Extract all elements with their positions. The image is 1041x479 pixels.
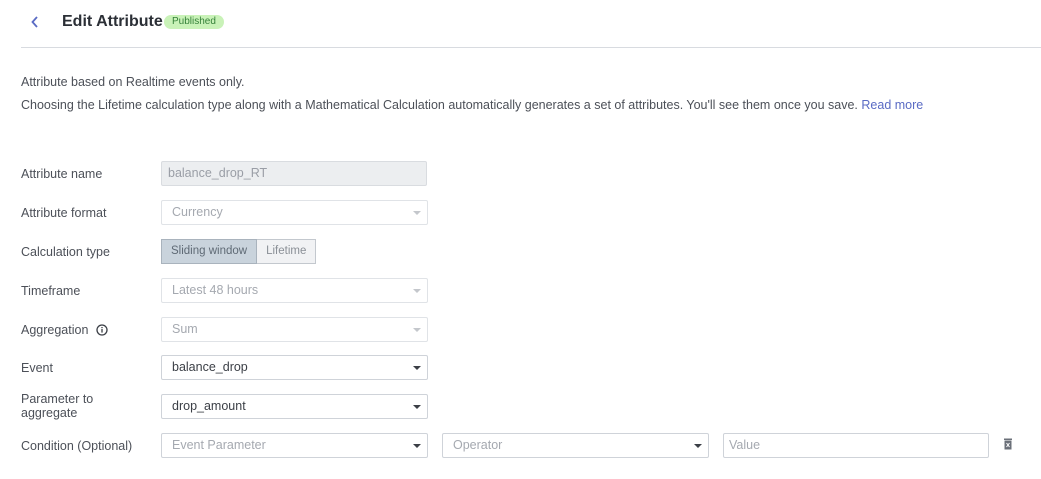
- back-button[interactable]: [26, 12, 44, 32]
- operator-placeholder: Operator: [453, 438, 503, 452]
- info-circle-icon[interactable]: [96, 324, 108, 336]
- delete-condition-button[interactable]: [1003, 437, 1013, 450]
- event-label: Event: [21, 361, 53, 375]
- info-text-realtime: Attribute based on Realtime events only.: [21, 75, 245, 89]
- chevron-left-icon: [31, 16, 38, 28]
- chevron-down-icon: [413, 366, 421, 370]
- aggregation-select[interactable]: Sum: [161, 317, 428, 342]
- timeframe-label: Timeframe: [21, 284, 81, 298]
- chevron-down-icon: [413, 289, 421, 293]
- info-text-lifetime: Choosing the Lifetime calculation type a…: [21, 97, 923, 113]
- condition-operator-select[interactable]: Operator: [442, 433, 709, 458]
- condition-event-parameter-select[interactable]: Event Parameter: [161, 433, 428, 458]
- condition-value-input[interactable]: Value: [723, 433, 989, 458]
- trash-icon: [1004, 438, 1012, 450]
- aggregation-label: Aggregation: [21, 323, 108, 337]
- condition-label: Condition (Optional): [21, 439, 133, 453]
- aggregation-value: Sum: [172, 322, 198, 336]
- parameter-label: Parameter to aggregate: [21, 392, 94, 420]
- chevron-down-icon: [694, 444, 702, 448]
- calculation-type-toggle: Sliding window Lifetime: [161, 239, 317, 264]
- attribute-format-select[interactable]: Currency: [161, 200, 428, 225]
- aggregation-label-text: Aggregation: [21, 323, 89, 337]
- attribute-format-value: Currency: [172, 205, 223, 219]
- chevron-down-icon: [413, 328, 421, 332]
- status-badge: Published: [164, 15, 224, 29]
- attribute-name-value: balance_drop_RT: [168, 166, 268, 180]
- attribute-name-input[interactable]: balance_drop_RT: [161, 161, 427, 186]
- chevron-down-icon: [413, 211, 421, 215]
- timeframe-value: Latest 48 hours: [172, 283, 259, 297]
- chevron-down-icon: [413, 444, 421, 448]
- info-text-lifetime-body: Choosing the Lifetime calculation type a…: [21, 98, 858, 112]
- chevron-down-icon: [413, 405, 421, 409]
- header-divider: [21, 47, 1041, 48]
- attribute-format-label: Attribute format: [21, 206, 107, 220]
- page-title: Edit Attribute: [62, 13, 163, 30]
- parameter-select[interactable]: drop_amount: [161, 394, 428, 419]
- read-more-link[interactable]: Read more: [861, 98, 923, 112]
- calc-type-sliding-window[interactable]: Sliding window: [161, 239, 258, 264]
- calculation-type-label: Calculation type: [21, 245, 110, 259]
- parameter-value: drop_amount: [172, 399, 246, 413]
- event-select[interactable]: balance_drop: [161, 355, 428, 380]
- event-parameter-placeholder: Event Parameter: [172, 438, 266, 452]
- attribute-name-label: Attribute name: [21, 167, 103, 181]
- value-placeholder: Value: [729, 438, 761, 452]
- calc-type-lifetime[interactable]: Lifetime: [257, 239, 317, 264]
- timeframe-select[interactable]: Latest 48 hours: [161, 278, 428, 303]
- event-value: balance_drop: [172, 360, 248, 374]
